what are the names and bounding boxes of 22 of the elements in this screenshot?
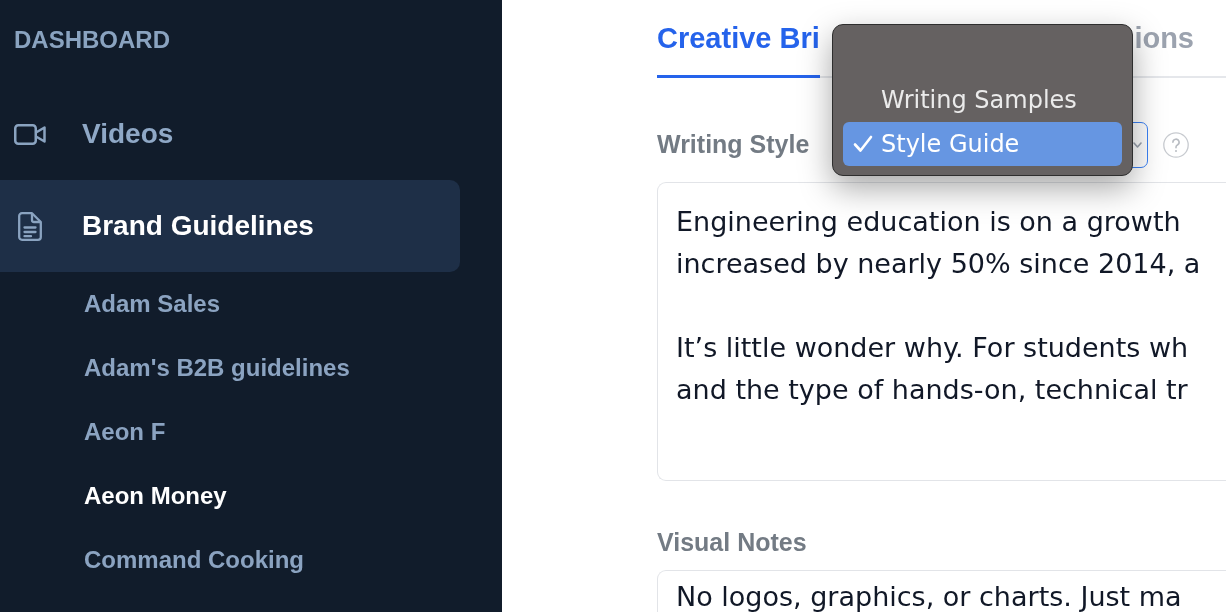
document-icon [18, 211, 42, 241]
sidebar-item[interactable]: Videos [0, 88, 460, 180]
sidebar-link[interactable]: Aeon F [84, 414, 166, 450]
tab[interactable]: Creative Bri [657, 2, 820, 78]
dropdown-option[interactable]: Writing Samples [843, 78, 1122, 122]
paragraph-text: It’s little wonder why. For students wh and the type of hands-on, technical tr [676, 331, 1189, 407]
chevron-down-icon [1133, 142, 1142, 148]
paragraph-text: No logos, graphics, or charts. Just ma [676, 580, 1182, 612]
paragraph-text: Engineering education is on a growth increased by nearly 50% since 2014, a [676, 205, 1201, 281]
sidebar-heading: DASHBOARD [14, 28, 170, 52]
sidebar-item[interactable]: Brand Guidelines [0, 180, 460, 272]
check-icon [853, 135, 873, 153]
field-label: Visual Notes [657, 528, 807, 556]
text-area[interactable]: No logos, graphics, or charts. Just ma [657, 569, 1226, 612]
sidebar-link[interactable]: Command Cooking [84, 542, 304, 578]
sidebar-link[interactable]: Adam's B2B guidelines [84, 350, 350, 386]
text-area[interactable]: Engineering education is on a growth increased by nearly 50% since 2014, a It’s little wonder why. For students wh and the type of hands-on, technical tr [657, 182, 1226, 481]
video-camera-icon [14, 123, 46, 145]
sidebar-link[interactable]: Adam Sales [84, 286, 221, 322]
help-icon [1163, 132, 1189, 158]
field-label: Writing Style [657, 130, 810, 159]
sidebar-link[interactable]: Aeon Money [84, 478, 227, 514]
